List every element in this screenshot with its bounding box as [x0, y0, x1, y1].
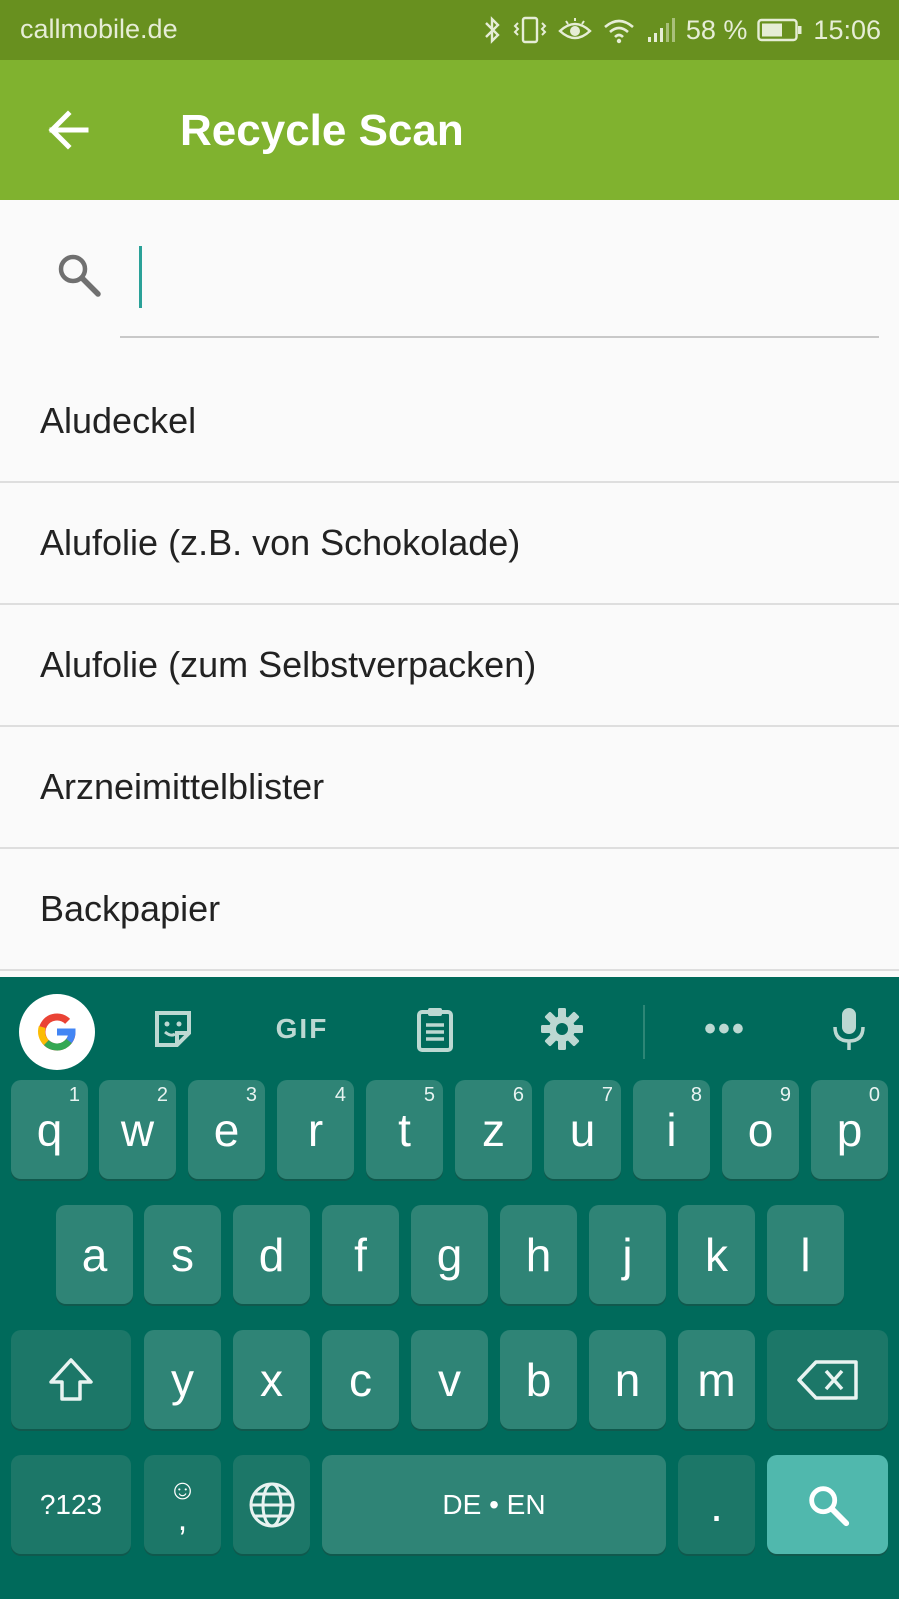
key-label: i [666, 1103, 677, 1156]
list-item[interactable]: Backpapier [0, 849, 899, 971]
key-label: p [836, 1103, 863, 1156]
key-label: z [482, 1103, 505, 1156]
sticker-icon[interactable] [138, 997, 208, 1061]
key-hint: 0 [868, 1084, 880, 1106]
key-j[interactable]: j [589, 1205, 666, 1304]
status-icons: 58 % 15:06 [482, 12, 881, 48]
bluetooth-icon [482, 15, 502, 45]
key-y[interactable]: y [144, 1330, 221, 1429]
page-title: Recycle Scan [180, 106, 464, 155]
list-item[interactable]: Alufolie (z.B. von Schokolade) [0, 483, 899, 605]
search-icon [54, 250, 104, 300]
period-key[interactable]: . [678, 1455, 755, 1554]
backspace-icon [796, 1359, 858, 1400]
key-label: r [307, 1103, 324, 1156]
space-label: DE • EN [442, 1488, 546, 1520]
shift-key[interactable] [11, 1330, 131, 1429]
key-r[interactable]: r4 [277, 1080, 354, 1179]
list-item[interactable]: Arzneimittelblister [0, 727, 899, 849]
key-l[interactable]: l [767, 1205, 844, 1304]
key-b[interactable]: b [500, 1330, 577, 1429]
key-hint: 3 [245, 1084, 257, 1106]
search-bar [0, 200, 899, 340]
arrow-left-icon [48, 110, 89, 150]
clipboard-icon[interactable] [400, 997, 470, 1061]
search-key[interactable] [767, 1455, 888, 1554]
key-hint: 1 [68, 1084, 80, 1106]
key-u[interactable]: u7 [544, 1080, 621, 1179]
key-v[interactable]: v [411, 1330, 488, 1429]
key-a[interactable]: a [56, 1205, 133, 1304]
globe-icon [249, 1482, 294, 1527]
eye-comfort-icon [558, 15, 592, 45]
search-underline [120, 336, 879, 338]
key-m[interactable]: m [678, 1330, 755, 1429]
key-w[interactable]: w2 [99, 1080, 176, 1179]
search-icon [808, 1485, 849, 1526]
key-hint: 9 [779, 1084, 791, 1106]
key-label: q [36, 1103, 63, 1156]
gif-button[interactable]: GIF [262, 997, 342, 1061]
emoji-comma-key[interactable]: ☺ , [144, 1455, 221, 1554]
gear-icon[interactable] [527, 997, 597, 1061]
carrier-label: callmobile.de [20, 14, 178, 44]
key-hint: 8 [690, 1084, 702, 1106]
keyboard: GIF ••• q1 w2 e3 r4 t5 z6 u7 i8 o9 p0 a … [0, 977, 899, 1599]
key-h[interactable]: h [500, 1205, 577, 1304]
toolbar-divider [643, 1005, 645, 1059]
key-t[interactable]: t5 [366, 1080, 443, 1179]
shift-icon [49, 1357, 93, 1401]
wifi-icon [602, 15, 636, 45]
key-q[interactable]: q1 [11, 1080, 88, 1179]
key-label: u [569, 1103, 596, 1156]
key-label: w [120, 1103, 155, 1156]
key-k[interactable]: k [678, 1205, 755, 1304]
period-label: . [710, 1478, 723, 1531]
key-label: e [213, 1103, 240, 1156]
key-o[interactable]: o9 [722, 1080, 799, 1179]
key-p[interactable]: p0 [811, 1080, 888, 1179]
language-key[interactable] [233, 1455, 310, 1554]
google-icon[interactable] [19, 994, 95, 1070]
space-key[interactable]: DE • EN [322, 1455, 666, 1554]
key-hint: 6 [512, 1084, 524, 1106]
more-button[interactable]: ••• [690, 997, 760, 1061]
backspace-key[interactable] [767, 1330, 888, 1429]
key-hint: 4 [334, 1084, 346, 1106]
list-item[interactable]: Alufolie (zum Selbstverpacken) [0, 605, 899, 727]
search-input[interactable] [150, 240, 850, 310]
results-list: Aludeckel Alufolie (z.B. von Schokolade)… [0, 361, 899, 971]
key-i[interactable]: i8 [633, 1080, 710, 1179]
key-hint: 5 [423, 1084, 435, 1106]
clock: 15:06 [813, 14, 881, 45]
back-button[interactable] [44, 106, 92, 154]
symbols-label: ?123 [39, 1488, 103, 1520]
list-item[interactable]: Aludeckel [0, 361, 899, 483]
key-x[interactable]: x [233, 1330, 310, 1429]
comma-label: , [177, 1499, 188, 1538]
key-f[interactable]: f [322, 1205, 399, 1304]
key-z[interactable]: z6 [455, 1080, 532, 1179]
key-n[interactable]: n [589, 1330, 666, 1429]
app-bar: Recycle Scan [0, 60, 899, 200]
battery-percent: 58 % [685, 14, 748, 45]
keyboard-toolbar: GIF ••• [0, 977, 899, 1082]
battery-icon [757, 18, 803, 42]
text-cursor [139, 246, 142, 308]
key-hint: 2 [156, 1084, 168, 1106]
vibrate-icon [512, 15, 548, 45]
symbols-key[interactable]: ?123 [11, 1455, 131, 1554]
key-g[interactable]: g [411, 1205, 488, 1304]
status-bar: callmobile.de 58 % 15:06 [0, 0, 899, 60]
microphone-icon[interactable] [814, 997, 884, 1061]
key-e[interactable]: e3 [188, 1080, 265, 1179]
key-label: o [747, 1103, 774, 1156]
key-s[interactable]: s [144, 1205, 221, 1304]
key-d[interactable]: d [233, 1205, 310, 1304]
key-c[interactable]: c [322, 1330, 399, 1429]
signal-icon [646, 15, 676, 45]
key-hint: 7 [601, 1084, 613, 1106]
key-label: t [398, 1103, 411, 1156]
